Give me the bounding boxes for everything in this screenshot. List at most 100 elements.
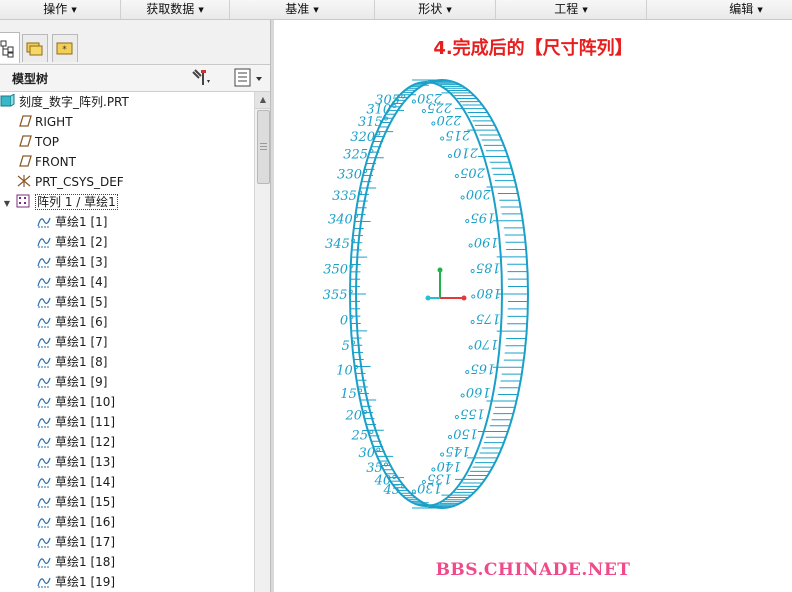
dial-label-right: 155°	[454, 405, 485, 420]
datum-plane-icon	[19, 155, 32, 167]
sketch-icon	[37, 417, 51, 428]
dial-label-left: 335°	[332, 189, 363, 204]
axis-z-tip	[425, 295, 431, 301]
menu-shapes[interactable]: 形状 ▼	[375, 0, 496, 19]
tree-item-label: 草绘1 [8]	[55, 355, 108, 369]
dial-label-left: 350°	[323, 262, 354, 277]
dial-label-right: 160°	[459, 384, 490, 399]
menu-datum[interactable]: 基准 ▼	[230, 0, 375, 19]
dial-label-right: 195°	[464, 210, 495, 225]
tree-item-sketch[interactable]: 草绘1 [14]	[36, 472, 115, 492]
tree-item-sketch[interactable]: 草绘1 [2]	[36, 232, 107, 252]
expand-triangle-icon[interactable]: ▼	[0, 194, 14, 214]
sketch-icon	[37, 437, 51, 448]
tree-scrollbar[interactable]: ▲	[254, 92, 271, 592]
tree-item-sketch[interactable]: 草绘1 [5]	[36, 292, 107, 312]
tree-item-sketch[interactable]: 草绘1 [16]	[36, 512, 115, 532]
panel-title: 模型树	[12, 72, 49, 86]
tree-item-pattern[interactable]: ▼ 阵列 1 / 草绘1	[0, 192, 118, 212]
menu-label: 工程	[554, 2, 579, 16]
scroll-thumb[interactable]	[257, 110, 270, 184]
tree-item-label: FRONT	[35, 155, 76, 169]
tree-item-sketch[interactable]: 草绘1 [1]	[36, 212, 107, 232]
tree-item-csys[interactable]: PRT_CSYS_DEF	[16, 172, 124, 192]
dial-label-left: 0°	[340, 314, 355, 329]
favorites-folder-icon: *	[56, 42, 73, 55]
tree-item-sketch[interactable]: 草绘1 [17]	[36, 532, 115, 552]
svg-text:*: *	[62, 45, 67, 55]
tree-item-label: 草绘1 [3]	[55, 255, 108, 269]
menu-operations[interactable]: 操作 ▼	[0, 0, 121, 19]
tree-item-sketch[interactable]: 草绘1 [12]	[36, 432, 115, 452]
dropdown-arrow-icon: ▼	[582, 6, 588, 14]
menu-label: 编辑	[729, 2, 754, 16]
tree-item-sketch[interactable]: 草绘1 [4]	[36, 272, 107, 292]
menu-edit[interactable]: 编辑 ▼	[700, 0, 792, 19]
sketch-icon	[37, 237, 51, 248]
dial-label-left: 315°	[358, 115, 389, 130]
menu-get-data[interactable]: 获取数据 ▼	[121, 0, 230, 19]
dial-label-left: 15°	[340, 387, 363, 402]
tree-root-label: 刻度_数字_阵列.PRT	[19, 95, 129, 109]
sketch-icon	[37, 497, 51, 508]
tree-item-sketch[interactable]: 草绘1 [15]	[36, 492, 115, 512]
tree-item-sketch[interactable]: 草绘1 [3]	[36, 252, 107, 272]
settings-tools-icon[interactable]	[190, 68, 212, 88]
tree-item-sketch[interactable]: 草绘1 [10]	[36, 392, 115, 412]
dial-label-left: 45°	[382, 483, 406, 498]
tree-item-label: 草绘1 [16]	[55, 515, 116, 529]
model-tree-icon	[0, 40, 14, 58]
show-list-icon[interactable]	[234, 68, 264, 88]
menu-engineering[interactable]: 工程 ▼	[496, 0, 647, 19]
tree-item-label: 草绘1 [1]	[55, 215, 108, 229]
dial-label-left: 325°	[343, 148, 374, 163]
dial-label-right: 210°	[447, 145, 479, 160]
tree-item-label: 草绘1 [5]	[55, 295, 108, 309]
dial-label-right: 150°	[447, 425, 478, 440]
tree-item-label: 草绘1 [19]	[55, 575, 116, 589]
tree-item-label: 草绘1 [7]	[55, 335, 108, 349]
dial-label-right: 165°	[464, 360, 495, 375]
dial-label-right: 130°	[411, 480, 442, 495]
folder-browser-tab[interactable]	[22, 34, 48, 62]
dropdown-arrow-icon: ▼	[757, 6, 763, 14]
tree-item-label: TOP	[35, 135, 60, 149]
tree-item-label: 草绘1 [11]	[55, 415, 116, 429]
tree-item-label: 草绘1 [2]	[55, 235, 108, 249]
sketch-icon	[37, 537, 51, 548]
tree-item-sketch[interactable]: 草绘1 [8]	[36, 352, 107, 372]
tree-item-sketch[interactable]: 草绘1 [19]	[36, 572, 115, 592]
dial-label-right: 145°	[439, 443, 470, 458]
tree-item-sketch[interactable]: 草绘1 [6]	[36, 312, 107, 332]
sketch-icon	[37, 257, 51, 268]
tree-item-sketch[interactable]: 草绘1 [7]	[36, 332, 107, 352]
tree-item-sketch[interactable]: 草绘1 [13]	[36, 452, 115, 472]
dropdown-arrow-icon: ▼	[71, 6, 77, 14]
dial-label-right: 190°	[467, 234, 498, 249]
tree-root-part[interactable]: 刻度_数字_阵列.PRT	[0, 92, 129, 112]
tree-item-front[interactable]: FRONT	[16, 152, 76, 172]
tree-item-sketch[interactable]: 草绘1 [11]	[36, 412, 115, 432]
sketch-icon	[37, 217, 51, 228]
tree-item-right[interactable]: RIGHT	[16, 112, 73, 132]
sketch-icon	[37, 397, 51, 408]
dropdown-arrow-icon: ▼	[446, 6, 452, 14]
sketch-icon	[37, 577, 51, 588]
tree-item-sketch[interactable]: 草绘1 [18]	[36, 552, 115, 572]
model-tree-tab[interactable]	[0, 32, 20, 63]
graphics-window[interactable]: 4.完成后的【尺寸阵列】 305° 310° 315° 320° 325° 330° 335…	[274, 20, 792, 592]
model-tree-header: 模型树	[0, 65, 270, 92]
sketch-icon	[37, 337, 51, 348]
favorites-tab[interactable]: *	[52, 34, 78, 62]
dial-label-left: 25°	[351, 428, 375, 443]
sketch-icon	[37, 357, 51, 368]
tree-item-top[interactable]: TOP	[16, 132, 59, 152]
dial-label-left: 10°	[336, 363, 359, 378]
sketch-icon	[37, 377, 51, 388]
tree-item-label: 草绘1 [6]	[55, 315, 108, 329]
scroll-up-arrow-icon[interactable]: ▲	[255, 92, 271, 109]
tree-item-label: 草绘1 [13]	[55, 455, 116, 469]
dial-label-right: 185°	[469, 259, 500, 274]
tree-item-sketch[interactable]: 草绘1 [9]	[36, 372, 107, 392]
axis-y-tip	[437, 267, 443, 273]
